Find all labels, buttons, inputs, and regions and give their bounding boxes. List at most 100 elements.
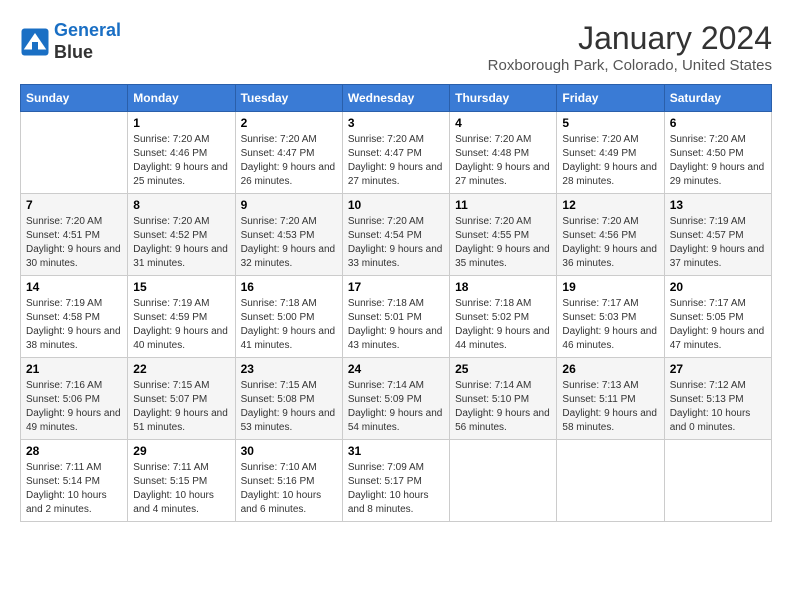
weekday-header-sunday: Sunday [21,85,128,112]
calendar-cell: 3 Sunrise: 7:20 AMSunset: 4:47 PMDaylight… [342,112,449,194]
day-number: 13 [670,198,766,212]
day-info: Sunrise: 7:20 AMSunset: 4:56 PMDaylight:… [562,215,658,271]
day-info: Sunrise: 7:12 AMSunset: 5:13 PMDaylight:… [670,379,766,435]
day-info: Sunrise: 7:20 AMSunset: 4:48 PMDaylight:… [455,133,551,189]
day-info: Sunrise: 7:20 AMSunset: 4:51 PMDaylight:… [26,215,122,271]
calendar-cell: 1 Sunrise: 7:20 AMSunset: 4:46 PMDaylight… [128,112,235,194]
day-info: Sunrise: 7:11 AMSunset: 5:15 PMDaylight:… [133,461,229,517]
week-row-2: 14 Sunrise: 7:19 AMSunset: 4:58 PMDayligh… [21,276,772,358]
day-info: Sunrise: 7:18 AMSunset: 5:00 PMDaylight:… [241,297,337,353]
calendar-table: SundayMondayTuesdayWednesdayThursdayFrid… [20,84,772,522]
day-info: Sunrise: 7:20 AMSunset: 4:52 PMDaylight:… [133,215,229,271]
weekday-header-friday: Friday [557,85,664,112]
calendar-cell: 25Sunrise: 7:14 AMSunset: 5:10 PMDayligh… [450,358,557,440]
day-number: 14 [26,280,122,294]
day-number: 12 [562,198,658,212]
calendar-cell: 2 Sunrise: 7:20 AMSunset: 4:47 PMDaylight… [235,112,342,194]
day-info: Sunrise: 7:15 AMSunset: 5:07 PMDaylight:… [133,379,229,435]
day-number: 16 [241,280,337,294]
calendar-cell: 21Sunrise: 7:16 AMSunset: 5:06 PMDayligh… [21,358,128,440]
day-number: 18 [455,280,551,294]
day-number: 1 [133,116,229,130]
day-info: Sunrise: 7:20 AMSunset: 4:55 PMDaylight:… [455,215,551,271]
calendar-cell [450,440,557,522]
weekday-header-thursday: Thursday [450,85,557,112]
day-number: 8 [133,198,229,212]
day-number: 11 [455,198,551,212]
day-info: Sunrise: 7:20 AMSunset: 4:46 PMDaylight:… [133,133,229,189]
day-number: 4 [455,116,551,130]
calendar-cell: 6Sunrise: 7:20 AMSunset: 4:50 PMDaylight… [664,112,771,194]
calendar-cell [557,440,664,522]
day-number: 20 [670,280,766,294]
calendar-cell: 5 Sunrise: 7:20 AMSunset: 4:49 PMDaylight… [557,112,664,194]
calendar-cell: 26Sunrise: 7:13 AMSunset: 5:11 PMDayligh… [557,358,664,440]
calendar-body: 1 Sunrise: 7:20 AMSunset: 4:46 PMDaylight… [21,112,772,522]
calendar-cell: 17Sunrise: 7:18 AMSunset: 5:01 PMDayligh… [342,276,449,358]
day-number: 2 [241,116,337,130]
weekday-header-saturday: Saturday [664,85,771,112]
day-info: Sunrise: 7:13 AMSunset: 5:11 PMDaylight:… [562,379,658,435]
day-info: Sunrise: 7:10 AMSunset: 5:16 PMDaylight:… [241,461,337,517]
day-info: Sunrise: 7:20 AMSunset: 4:47 PMDaylight:… [241,133,337,189]
calendar-cell: 22 Sunrise: 7:15 AMSunset: 5:07 PMDayligh… [128,358,235,440]
day-info: Sunrise: 7:20 AMSunset: 4:53 PMDaylight:… [241,215,337,271]
day-number: 7 [26,198,122,212]
day-number: 10 [348,198,444,212]
calendar-cell [21,112,128,194]
week-row-4: 28 Sunrise: 7:11 AMSunset: 5:14 PMDayligh… [21,440,772,522]
day-number: 9 [241,198,337,212]
day-number: 15 [133,280,229,294]
calendar-cell: 20 Sunrise: 7:17 AMSunset: 5:05 PMDayligh… [664,276,771,358]
day-info: Sunrise: 7:17 AMSunset: 5:05 PMDaylight:… [670,297,766,353]
calendar-cell: 23Sunrise: 7:15 AMSunset: 5:08 PMDayligh… [235,358,342,440]
logo-text: General Blue [54,20,121,63]
logo-icon [20,27,50,57]
title-block: January 2024 Roxborough Park, Colorado, … [488,20,772,74]
day-number: 23 [241,362,337,376]
day-number: 24 [348,362,444,376]
calendar-cell: 9 Sunrise: 7:20 AMSunset: 4:53 PMDaylight… [235,194,342,276]
day-info: Sunrise: 7:14 AMSunset: 5:10 PMDaylight:… [455,379,551,435]
month-title: January 2024 [488,20,772,57]
calendar-cell: 31Sunrise: 7:09 AMSunset: 5:17 PMDayligh… [342,440,449,522]
day-number: 22 [133,362,229,376]
location: Roxborough Park, Colorado, United States [488,57,772,74]
calendar-cell: 14 Sunrise: 7:19 AMSunset: 4:58 PMDayligh… [21,276,128,358]
day-info: Sunrise: 7:20 AMSunset: 4:49 PMDaylight:… [562,133,658,189]
day-info: Sunrise: 7:16 AMSunset: 5:06 PMDaylight:… [26,379,122,435]
day-info: Sunrise: 7:18 AMSunset: 5:02 PMDaylight:… [455,297,551,353]
day-info: Sunrise: 7:14 AMSunset: 5:09 PMDaylight:… [348,379,444,435]
page-header: General Blue January 2024 Roxborough Par… [20,20,772,74]
day-info: Sunrise: 7:20 AMSunset: 4:47 PMDaylight:… [348,133,444,189]
week-row-0: 1 Sunrise: 7:20 AMSunset: 4:46 PMDaylight… [21,112,772,194]
calendar-cell: 19 Sunrise: 7:17 AMSunset: 5:03 PMDayligh… [557,276,664,358]
day-number: 3 [348,116,444,130]
day-number: 5 [562,116,658,130]
day-info: Sunrise: 7:19 AMSunset: 4:58 PMDaylight:… [26,297,122,353]
day-number: 27 [670,362,766,376]
day-info: Sunrise: 7:18 AMSunset: 5:01 PMDaylight:… [348,297,444,353]
day-number: 28 [26,444,122,458]
calendar-cell: 29Sunrise: 7:11 AMSunset: 5:15 PMDayligh… [128,440,235,522]
day-number: 19 [562,280,658,294]
calendar-cell: 15Sunrise: 7:19 AMSunset: 4:59 PMDayligh… [128,276,235,358]
logo: General Blue [20,20,121,63]
week-row-1: 7 Sunrise: 7:20 AMSunset: 4:51 PMDaylight… [21,194,772,276]
calendar-cell: 10 Sunrise: 7:20 AMSunset: 4:54 PMDayligh… [342,194,449,276]
weekday-header-wednesday: Wednesday [342,85,449,112]
calendar-cell: 11 Sunrise: 7:20 AMSunset: 4:55 PMDayligh… [450,194,557,276]
weekday-header-monday: Monday [128,85,235,112]
calendar-cell: 7 Sunrise: 7:20 AMSunset: 4:51 PMDaylight… [21,194,128,276]
calendar-cell: 12 Sunrise: 7:20 AMSunset: 4:56 PMDayligh… [557,194,664,276]
calendar-cell: 24 Sunrise: 7:14 AMSunset: 5:09 PMDayligh… [342,358,449,440]
day-info: Sunrise: 7:19 AMSunset: 4:57 PMDaylight:… [670,215,766,271]
day-info: Sunrise: 7:09 AMSunset: 5:17 PMDaylight:… [348,461,444,517]
day-info: Sunrise: 7:20 AMSunset: 4:54 PMDaylight:… [348,215,444,271]
day-info: Sunrise: 7:17 AMSunset: 5:03 PMDaylight:… [562,297,658,353]
calendar-cell [664,440,771,522]
week-row-3: 21Sunrise: 7:16 AMSunset: 5:06 PMDayligh… [21,358,772,440]
day-number: 6 [670,116,766,130]
day-info: Sunrise: 7:11 AMSunset: 5:14 PMDaylight:… [26,461,122,517]
weekday-header-tuesday: Tuesday [235,85,342,112]
